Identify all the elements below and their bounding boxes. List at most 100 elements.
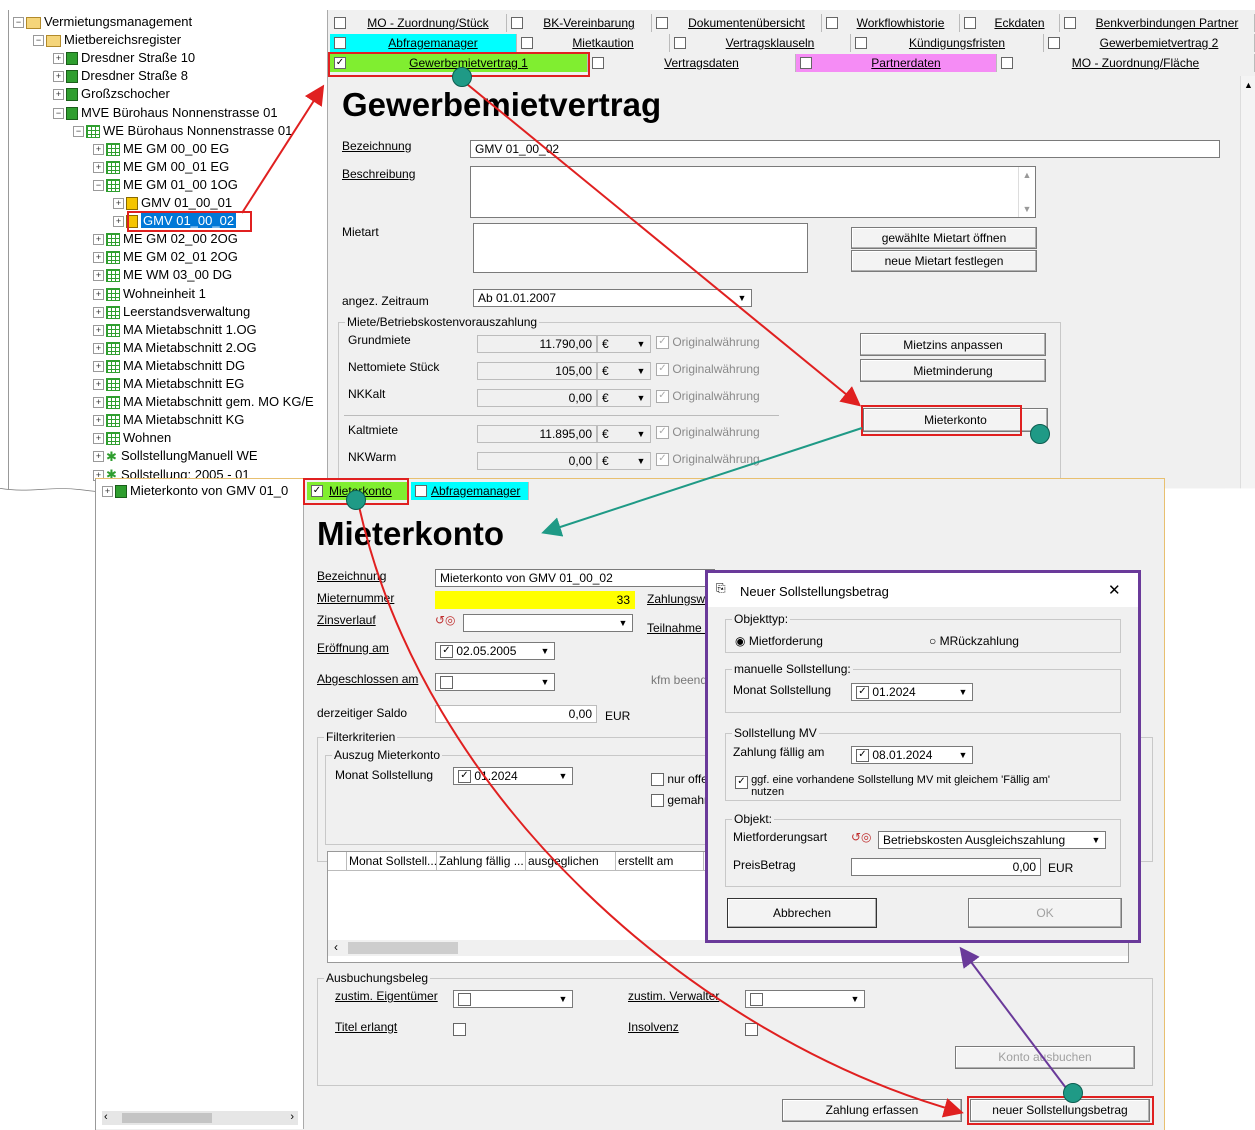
expand-icon[interactable]: + <box>93 415 104 427</box>
originalwaehrung-check[interactable]: ✓ Originalwährung <box>656 425 760 440</box>
checkbox-checked-icon[interactable]: ✓ <box>656 363 669 377</box>
tab-partnerdaten[interactable]: Partnerdaten <box>796 54 997 72</box>
chevron-down-icon[interactable]: ▼ <box>1088 832 1104 848</box>
expand-icon[interactable]: + <box>93 379 104 391</box>
tree-item[interactable]: + ✱ SollstellungManuell WE <box>93 447 258 465</box>
chevron-down-icon[interactable]: ▼ <box>633 453 649 469</box>
tab-mietkaution[interactable]: Mietkaution <box>517 34 670 52</box>
tree-item[interactable]: + GMV 01_00_02 <box>113 212 237 230</box>
lookup-icon[interactable]: ↺◎ <box>435 613 456 627</box>
radio-mietforderung[interactable]: ◉ Mietforderung <box>735 634 823 648</box>
checkbox-icon[interactable] <box>750 993 763 1007</box>
tree-item[interactable]: + ME GM 02_01 2OG <box>93 248 238 266</box>
mietzins-button[interactable]: Mietzins anpassen <box>860 333 1046 356</box>
tab-gewerbemietvertrag-2[interactable]: Gewerbemietvertrag 2 <box>1044 34 1255 52</box>
currency-select[interactable]: € ▼ <box>597 452 651 470</box>
konto-ausbuchen-button[interactable]: Konto ausbuchen <box>955 1046 1135 1069</box>
radio-selected-icon[interactable]: ◉ <box>735 634 745 648</box>
chevron-down-icon[interactable]: ▼ <box>537 674 553 690</box>
tree-item[interactable]: + Leerstandsverwaltung <box>93 303 250 321</box>
checkbox-icon[interactable] <box>440 676 453 690</box>
expand-icon[interactable]: + <box>93 324 104 336</box>
ok-button[interactable]: OK <box>968 898 1122 928</box>
bezeichnung-field[interactable]: GMV 01_00_02 <box>470 140 1220 158</box>
expand-icon[interactable]: + <box>53 53 64 65</box>
tree-item[interactable]: + ME GM 00_00 EG <box>93 140 229 158</box>
expand-icon[interactable]: + <box>93 234 104 246</box>
chevron-down-icon[interactable]: ▼ <box>633 363 649 379</box>
chevron-down-icon[interactable]: ▼ <box>633 336 649 352</box>
tab-vertragsdaten[interactable]: Vertragsdaten <box>588 54 796 72</box>
tab-vertragsklauseln[interactable]: Vertragsklauseln <box>670 34 851 52</box>
tree-item[interactable]: + Wohneinheit 1 <box>93 285 206 303</box>
tree-item-mieterkonto[interactable]: + Mieterkonto von GMV 01_0 <box>102 482 288 500</box>
collapse-icon[interactable]: − <box>73 125 84 137</box>
top-vscroll[interactable]: ▲ <box>1240 76 1255 495</box>
originalwaehrung-check[interactable]: ✓ Originalwährung <box>656 452 760 467</box>
radio-mrueckzahlung[interactable]: ○ MRückzahlung <box>929 634 1019 648</box>
column-header[interactable]: ausgeglichen <box>525 852 618 870</box>
dlg-monat-select[interactable]: ✓ 01.2024 ▼ <box>851 683 973 701</box>
checkbox-checked-icon[interactable]: ✓ <box>735 776 748 789</box>
checkbox-icon[interactable] <box>458 993 471 1007</box>
new-mietart-button[interactable]: neue Mietart festlegen <box>851 250 1037 272</box>
tree-item[interactable]: + ME GM 02_00 2OG <box>93 230 238 248</box>
chevron-down-icon[interactable]: ▼ <box>537 643 553 659</box>
beschreibung-field[interactable]: ▲ ▼ <box>470 166 1036 218</box>
expand-icon[interactable]: + <box>93 288 104 300</box>
faellig-date[interactable]: ✓ 08.01.2024 ▼ <box>851 746 973 764</box>
lookup-icon[interactable]: ↺◎ <box>851 830 872 844</box>
mieterkonto-button[interactable]: Mieterkonto <box>863 408 1048 432</box>
expand-icon[interactable]: + <box>53 89 64 101</box>
collapse-icon[interactable]: − <box>53 107 64 119</box>
eroeffnung-date[interactable]: ✓ 02.05.2005 ▼ <box>435 642 555 660</box>
chevron-down-icon[interactable]: ▼ <box>633 390 649 406</box>
checkbox-checked-icon[interactable]: ✓ <box>458 770 471 784</box>
tree-item[interactable]: + Dresdner Straße 10 <box>53 49 195 67</box>
tree-item[interactable]: − ME GM 01_00 1OG <box>93 176 238 194</box>
tree-item[interactable]: + MA Mietabschnitt DG <box>93 357 245 375</box>
column-header[interactable]: Zahlung fällig ... <box>436 852 528 870</box>
expand-icon[interactable]: + <box>93 360 104 372</box>
tree-item[interactable]: + MA Mietabschnitt KG <box>93 411 244 429</box>
chevron-down-icon[interactable]: ▼ <box>633 426 649 442</box>
tree-item[interactable]: + MA Mietabschnitt 2.OG <box>93 339 257 357</box>
tree-item[interactable]: − Vermietungsmanagement <box>13 13 192 31</box>
scroll-down-icon[interactable]: ▼ <box>1019 201 1035 217</box>
tab-mo-zuordnung-st-ck[interactable]: MO - Zuordnung/Stück <box>330 14 507 32</box>
zinsverlauf-select[interactable]: ▼ <box>463 614 633 632</box>
collapse-icon[interactable]: − <box>13 17 24 29</box>
tree-item[interactable]: + MA Mietabschnitt gem. MO KG/E <box>93 393 314 411</box>
tree-item[interactable]: + MA Mietabschnitt EG <box>93 375 244 393</box>
open-mietart-button[interactable]: gewählte Mietart öffnen <box>851 227 1037 249</box>
close-icon[interactable]: ✕ <box>1108 581 1121 599</box>
expand-icon[interactable]: + <box>93 397 104 409</box>
neuer-sollstellungsbetrag-button[interactable]: neuer Sollstellungsbetrag <box>970 1099 1150 1122</box>
abbrechen-button[interactable]: Abbrechen <box>727 898 877 928</box>
tab-abfragemanager-bottom[interactable]: Abfragemanager <box>411 482 529 500</box>
chevron-right-icon[interactable]: › <box>290 1111 294 1123</box>
collapse-icon[interactable]: − <box>33 35 44 47</box>
checkbox-checked-icon[interactable]: ✓ <box>656 453 669 467</box>
currency-select[interactable]: € ▼ <box>597 362 651 380</box>
currency-select[interactable]: € ▼ <box>597 335 651 353</box>
scroll-up-icon[interactable]: ▲ <box>1019 167 1035 183</box>
checkbox-checked-icon[interactable]: ✓ <box>856 749 869 763</box>
chevron-down-icon[interactable]: ▼ <box>555 768 571 784</box>
originalwaehrung-check[interactable]: ✓ Originalwährung <box>656 389 760 404</box>
expand-icon[interactable]: + <box>93 451 104 463</box>
tree-item[interactable]: − Mietbereichsregister <box>33 31 181 49</box>
currency-select[interactable]: € ▼ <box>597 389 651 407</box>
column-header[interactable]: erstellt am <box>615 852 706 870</box>
checkbox-checked-icon[interactable]: ✓ <box>656 336 669 350</box>
tab-bk-vereinbarung[interactable]: BK-Vereinbarung <box>507 14 652 32</box>
expand-icon[interactable]: + <box>93 143 104 155</box>
column-header[interactable]: Monat Sollstell... <box>346 852 439 870</box>
mfa-select[interactable]: Betriebskosten Ausgleichszahlung ▼ <box>878 831 1106 849</box>
expand-icon[interactable]: + <box>93 252 104 264</box>
tab-abfragemanager[interactable]: Abfragemanager <box>330 34 517 52</box>
tab-workflowhistorie[interactable]: Workflowhistorie <box>822 14 960 32</box>
tree-item[interactable]: + GMV 01_00_01 <box>113 194 232 212</box>
chevron-down-icon[interactable]: ▼ <box>847 991 863 1007</box>
tree-item[interactable]: + Großzschocher <box>53 85 170 103</box>
